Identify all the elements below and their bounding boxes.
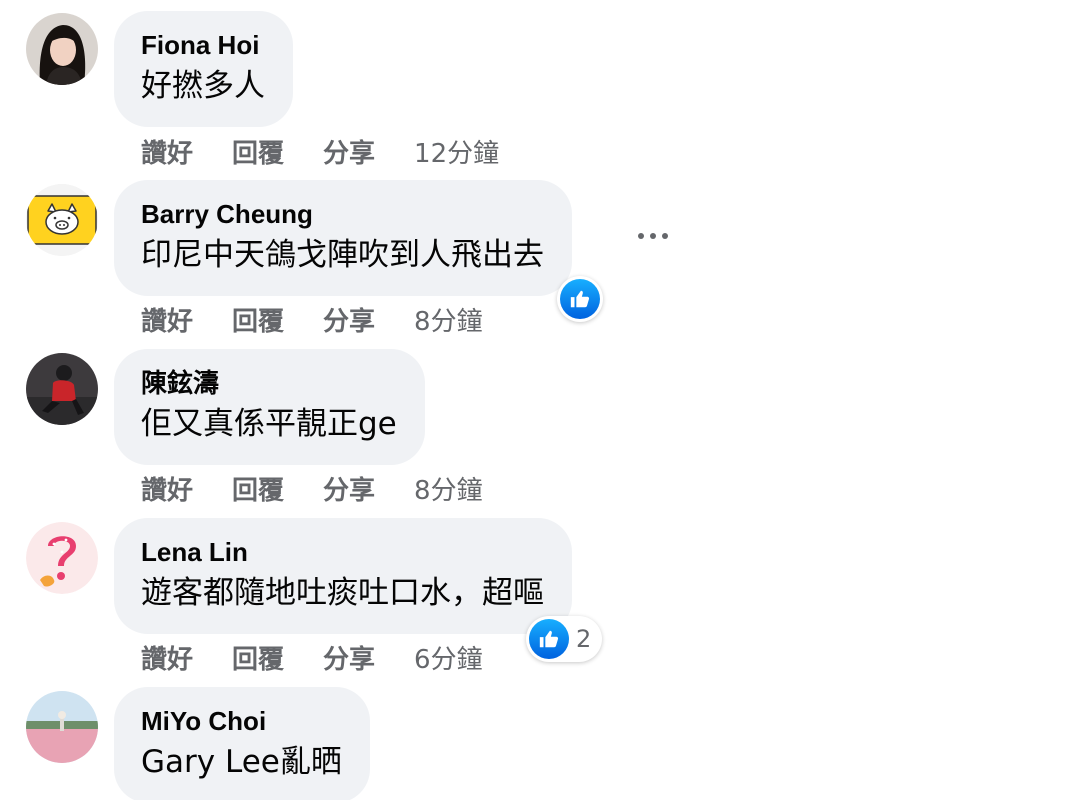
dot: [638, 233, 644, 239]
dot: [662, 233, 668, 239]
comment-bubble: MiYo Choi Gary Lee亂晒: [114, 687, 370, 800]
comment-actions: 讚好 回覆 分享 6分鐘: [141, 639, 483, 675]
comment-bubble: 陳鉉濤 佢又真係平靚正ge: [114, 349, 425, 465]
share-button[interactable]: 分享: [323, 301, 375, 338]
reaction-count: 2: [576, 625, 592, 653]
comment-text: 佢又真係平靚正ge: [141, 406, 397, 442]
like-icon: [560, 279, 600, 319]
reaction-badge[interactable]: 2: [526, 616, 603, 662]
reply-button[interactable]: 回覆: [232, 133, 284, 170]
avatar[interactable]: [26, 13, 98, 85]
comment-text: Gary Lee亂晒: [141, 744, 342, 780]
yellow-pig-avatar-icon: [26, 184, 98, 256]
avatar[interactable]: [26, 522, 98, 594]
comment-text: 好撚多人: [141, 68, 265, 104]
comment-bubble: Fiona Hoi 好撚多人: [114, 11, 293, 127]
comment-author[interactable]: Fiona Hoi: [141, 30, 265, 60]
comment-text: 印尼中天鴿戈陣吹到人飛出去: [141, 237, 544, 273]
comment-actions: 讚好 回覆 分享 8分鐘: [141, 470, 483, 506]
comment-author[interactable]: Lena Lin: [141, 537, 544, 567]
pink-question-mark-avatar-icon: [26, 522, 98, 594]
like-button[interactable]: 讚好: [141, 301, 193, 338]
share-button[interactable]: 分享: [323, 133, 375, 170]
comment-author[interactable]: 陳鉉濤: [141, 368, 397, 398]
comment-author[interactable]: MiYo Choi: [141, 706, 342, 736]
thumbs-up-icon: [570, 290, 590, 308]
reaction-badge[interactable]: [557, 276, 603, 322]
person-red-jacket-avatar-icon: [26, 353, 98, 425]
share-button[interactable]: 分享: [323, 470, 375, 507]
comment-text: 遊客都隨地吐痰吐口水，超嘔: [141, 575, 544, 611]
thumbs-up-icon: [539, 630, 559, 648]
share-button[interactable]: 分享: [323, 639, 375, 676]
reply-button[interactable]: 回覆: [232, 639, 284, 676]
comment-actions: 讚好 回覆 分享 12分鐘: [141, 133, 499, 169]
comment-timestamp[interactable]: 8分鐘: [414, 301, 483, 338]
comment-timestamp[interactable]: 12分鐘: [414, 133, 499, 170]
comment-bubble: Lena Lin 遊客都隨地吐痰吐口水，超嘔: [114, 518, 572, 634]
like-button[interactable]: 讚好: [141, 470, 193, 507]
pink-field-avatar-icon: [26, 691, 98, 763]
more-options-icon[interactable]: [638, 226, 668, 246]
avatar[interactable]: [26, 691, 98, 763]
like-icon: [529, 619, 569, 659]
comment-bubble: Barry Cheung 印尼中天鴿戈陣吹到人飛出去: [114, 180, 572, 296]
woman-portrait-avatar-icon: [26, 13, 98, 85]
comment-actions: 讚好 回覆 分享 8分鐘: [141, 301, 483, 337]
dot: [650, 233, 656, 239]
comment-timestamp[interactable]: 6分鐘: [414, 639, 483, 676]
like-button[interactable]: 讚好: [141, 639, 193, 676]
comments-section: Fiona Hoi 好撚多人 讚好 回覆 分享 12分鐘 Barry Cheun…: [0, 0, 1065, 800]
reply-button[interactable]: 回覆: [232, 301, 284, 338]
comment-timestamp[interactable]: 8分鐘: [414, 470, 483, 507]
comment-author[interactable]: Barry Cheung: [141, 199, 544, 229]
avatar[interactable]: [26, 184, 98, 256]
like-button[interactable]: 讚好: [141, 133, 193, 170]
avatar[interactable]: [26, 353, 98, 425]
reply-button[interactable]: 回覆: [232, 470, 284, 507]
